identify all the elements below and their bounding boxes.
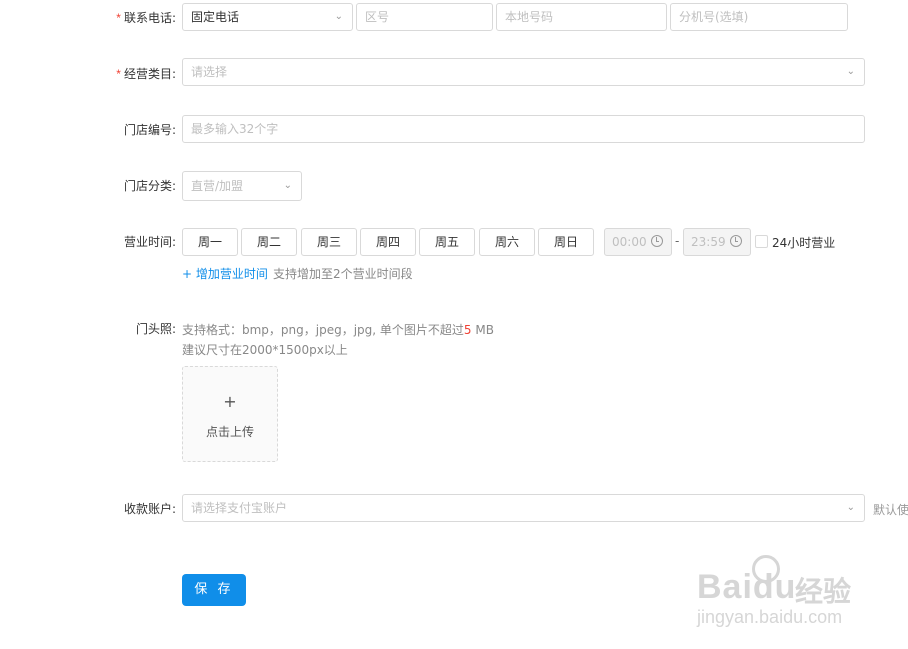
photo-size-unit: MB bbox=[471, 323, 494, 337]
plus-icon: + bbox=[223, 392, 237, 411]
start-time-picker[interactable]: 00:00 bbox=[604, 228, 672, 256]
store-number-input[interactable]: 最多输入32个字 bbox=[182, 115, 865, 143]
contact-label-text: 联系电话: bbox=[123, 11, 176, 25]
store-type-select[interactable]: 直营/加盟 ⌄ bbox=[182, 171, 302, 201]
chevron-down-icon: ⌄ bbox=[283, 180, 292, 191]
extension-placeholder: 分机号(选填) bbox=[679, 10, 749, 24]
clock-icon bbox=[651, 235, 663, 247]
day-thu-button[interactable]: 周四 bbox=[360, 228, 416, 256]
chevron-down-icon: ⌄ bbox=[846, 66, 855, 77]
account-select[interactable]: 请选择支付宝账户 ⌄ bbox=[182, 494, 865, 522]
store-type-placeholder: 直营/加盟 bbox=[191, 179, 244, 193]
local-number-placeholder: 本地号码 bbox=[505, 10, 554, 24]
save-button[interactable]: 保 存 bbox=[182, 574, 246, 606]
required-mark: * bbox=[116, 67, 121, 81]
photo-format-hint: 支持格式：bmp，png，jpeg，jpg, 单个图片不超过5 MB bbox=[182, 321, 494, 338]
account-default-text: 默认使 bbox=[873, 503, 908, 517]
baidu-watermark-url: jingyan.baidu.com bbox=[697, 607, 843, 627]
store-number-label: 门店编号: bbox=[123, 123, 176, 137]
contact-label: * 联系电话: bbox=[116, 10, 176, 26]
all-day-checkbox[interactable] bbox=[755, 235, 768, 248]
end-time-picker[interactable]: 23:59 bbox=[683, 228, 751, 256]
photo-format-text: 支持格式：bmp，png，jpeg，jpg, 单个图片不超过 bbox=[182, 323, 464, 337]
required-mark: * bbox=[116, 11, 121, 25]
category-placeholder: 请选择 bbox=[191, 65, 228, 79]
store-type-label: 门店分类: bbox=[123, 179, 176, 193]
upload-label: 点击上传 bbox=[205, 425, 254, 439]
local-number-input[interactable]: 本地号码 bbox=[496, 3, 667, 31]
hours-label: 营业时间: bbox=[123, 235, 176, 249]
phone-type-select[interactable]: 固定电话 ⌄ bbox=[182, 3, 353, 31]
time-separator: - bbox=[675, 234, 680, 248]
day-sat-button[interactable]: 周六 bbox=[479, 228, 535, 256]
chevron-down-icon: ⌄ bbox=[846, 502, 855, 513]
baidu-watermark-cn: 经验 bbox=[795, 575, 852, 608]
chevron-down-icon: ⌄ bbox=[334, 11, 343, 22]
add-hours-link[interactable]: + 增加营业时间 bbox=[182, 265, 268, 282]
category-label: * 经营类目: bbox=[116, 66, 176, 82]
category-label-text: 经营类目: bbox=[123, 67, 176, 81]
account-label: 收款账户: bbox=[123, 502, 176, 516]
photo-size-limit: 5 bbox=[463, 323, 472, 337]
day-fri-button[interactable]: 周五 bbox=[419, 228, 475, 256]
clock-icon bbox=[730, 235, 742, 247]
day-sun-button[interactable]: 周日 bbox=[538, 228, 594, 256]
paw-logo-icon bbox=[752, 555, 780, 583]
add-hours-hint: 支持增加至2个营业时间段 bbox=[273, 267, 413, 281]
day-tue-button[interactable]: 周二 bbox=[241, 228, 297, 256]
area-code-placeholder: 区号 bbox=[365, 10, 390, 24]
day-wed-button[interactable]: 周三 bbox=[301, 228, 357, 256]
start-time-value: 00:00 bbox=[612, 235, 647, 249]
account-placeholder: 请选择支付宝账户 bbox=[191, 501, 288, 515]
extension-input[interactable]: 分机号(选填) bbox=[670, 3, 848, 31]
baidu-watermark-brand: Baidu bbox=[697, 568, 797, 606]
photo-size-hint: 建议尺寸在2000*1500px以上 bbox=[182, 343, 348, 357]
all-day-label: 24小时营业 bbox=[772, 236, 836, 250]
end-time-value: 23:59 bbox=[691, 235, 726, 249]
photo-upload-area[interactable]: + 点击上传 bbox=[182, 366, 278, 462]
store-number-placeholder: 最多输入32个字 bbox=[191, 122, 279, 136]
area-code-input[interactable]: 区号 bbox=[356, 3, 493, 31]
phone-type-value: 固定电话 bbox=[191, 10, 240, 24]
photo-label: 门头照: bbox=[135, 322, 176, 336]
category-select[interactable]: 请选择 ⌄ bbox=[182, 58, 865, 86]
day-mon-button[interactable]: 周一 bbox=[182, 228, 238, 256]
